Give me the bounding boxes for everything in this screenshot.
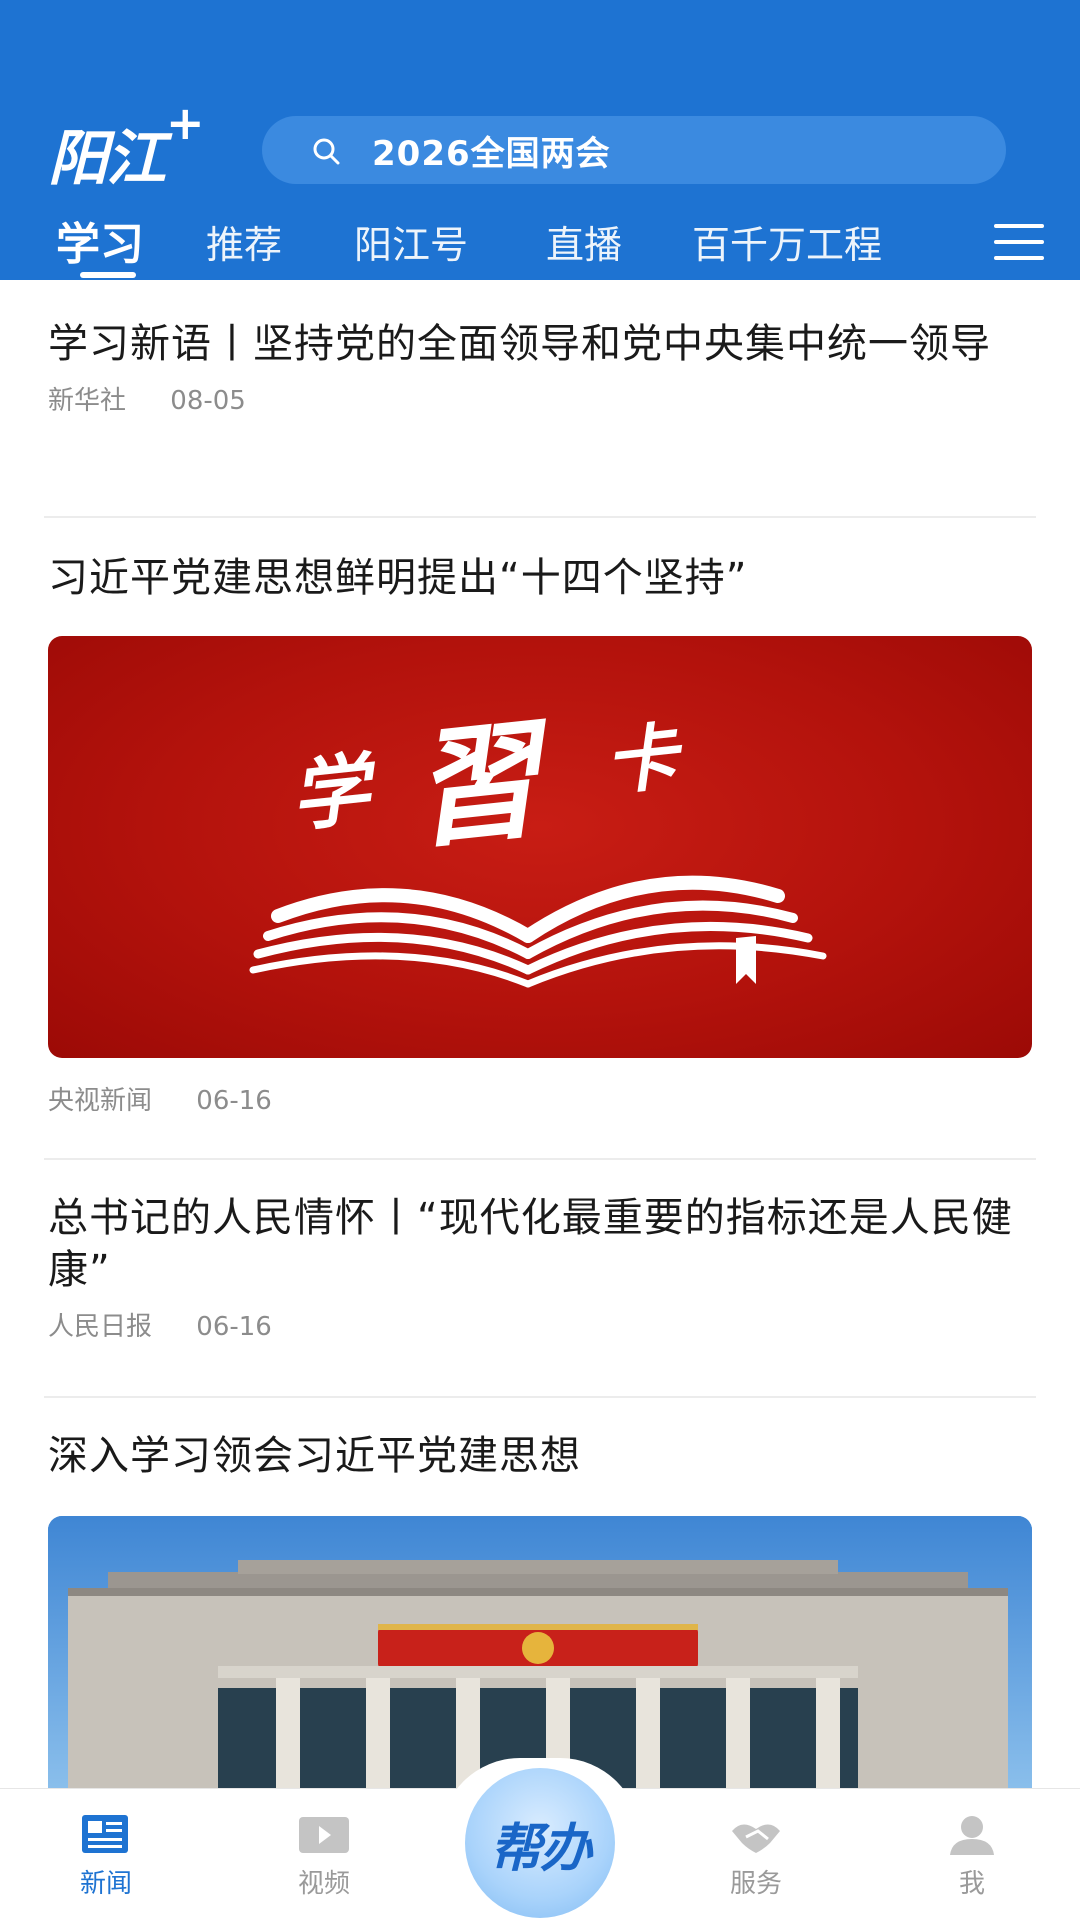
nav-label: 服务 [729,1869,782,1899]
news-feed: 学习新语丨坚持党的全面领导和党中央集中统一领导 新华社 08-05 习近平党建思… [0,280,1080,1788]
nav-video[interactable]: 视频 [264,1813,384,1900]
article-source: 人民日报 [48,1312,153,1342]
app-header: 阳江 + 2026全国两会 学习 推荐 阳江号 直播 百千万工程 [0,0,1080,280]
active-tab-indicator [80,272,136,278]
article-title: 总书记的人民情怀丨“现代化最重要的指标还是人民健康” [48,1195,1013,1293]
tab-study[interactable]: 学习 [56,208,144,272]
menu-icon[interactable] [994,224,1044,260]
search-bar[interactable]: 2026全国两会 [262,116,1006,184]
nav-label: 新闻 [79,1869,132,1899]
article-title: 深入学习领会习近平党建思想 [48,1433,581,1479]
tab-project[interactable]: 百千万工程 [692,214,882,269]
article-source: 央视新闻 [48,1086,153,1116]
article-card[interactable]: 深入学习领会习近平党建思想 [48,1430,1032,1482]
channel-tabs: 学习 推荐 阳江号 直播 百千万工程 [0,206,1080,280]
divider [44,1396,1036,1398]
article-image[interactable]: 学 習 卡 [48,636,1032,1058]
search-hint: 2026全国两会 [372,133,611,174]
help-center-button[interactable]: 帮办 [465,1768,615,1918]
logo-text: 阳江 [48,124,166,194]
article-meta: 新华社 08-05 [48,380,1032,417]
search-icon [313,138,340,165]
calligraphy-ka: 卡 [601,712,688,805]
nav-label: 我 [958,1869,985,1899]
logo-plus: + [166,96,205,150]
tab-recommend[interactable]: 推荐 [206,214,282,269]
tab-yangjiang-hao[interactable]: 阳江号 [354,214,468,269]
help-label: 帮办 [489,1817,592,1879]
handshake-icon [732,1824,780,1853]
article-title: 学习新语丨坚持党的全面领导和党中央集中统一领导 [48,321,991,367]
tab-live[interactable]: 直播 [546,214,622,269]
article-date: 08-05 [170,386,246,416]
building-photo [48,1516,1032,1788]
calligraphy-xi: 習 [404,703,561,867]
article-date: 06-16 [196,1312,272,1342]
divider [44,516,1036,518]
user-icon [950,1816,994,1855]
divider [44,1158,1036,1160]
article-meta: 央视新闻 06-16 [48,1080,1032,1117]
article-date: 06-16 [196,1086,272,1116]
article-meta: 人民日报 06-16 [48,1306,1032,1343]
bookmark-ribbon [736,936,756,984]
newspaper-icon [82,1815,128,1853]
nav-news[interactable]: 新闻 [46,1813,166,1900]
article-card[interactable]: 总书记的人民情怀丨“现代化最重要的指标还是人民健康” 人民日报 06-16 [48,1192,1032,1343]
calligraphy-xue: 学 [286,743,383,843]
article-meta-row: 央视新闻 06-16 [48,1080,1032,1117]
article-card[interactable]: 学习新语丨坚持党的全面领导和党中央集中统一领导 新华社 08-05 [48,318,1032,417]
app-logo[interactable]: 阳江 + [48,96,205,194]
video-icon [299,1817,349,1853]
article-card[interactable]: 习近平党建思想鲜明提出“十四个坚持” [48,552,1032,604]
nav-label: 视频 [297,1869,350,1899]
nav-service[interactable]: 服务 [696,1813,816,1900]
nav-me[interactable]: 我 [912,1813,1032,1900]
study-card-illustration: 学 習 卡 [249,703,827,988]
article-image[interactable] [48,1516,1032,1788]
article-source: 新华社 [48,386,127,416]
article-title: 习近平党建思想鲜明提出“十四个坚持” [48,555,748,601]
